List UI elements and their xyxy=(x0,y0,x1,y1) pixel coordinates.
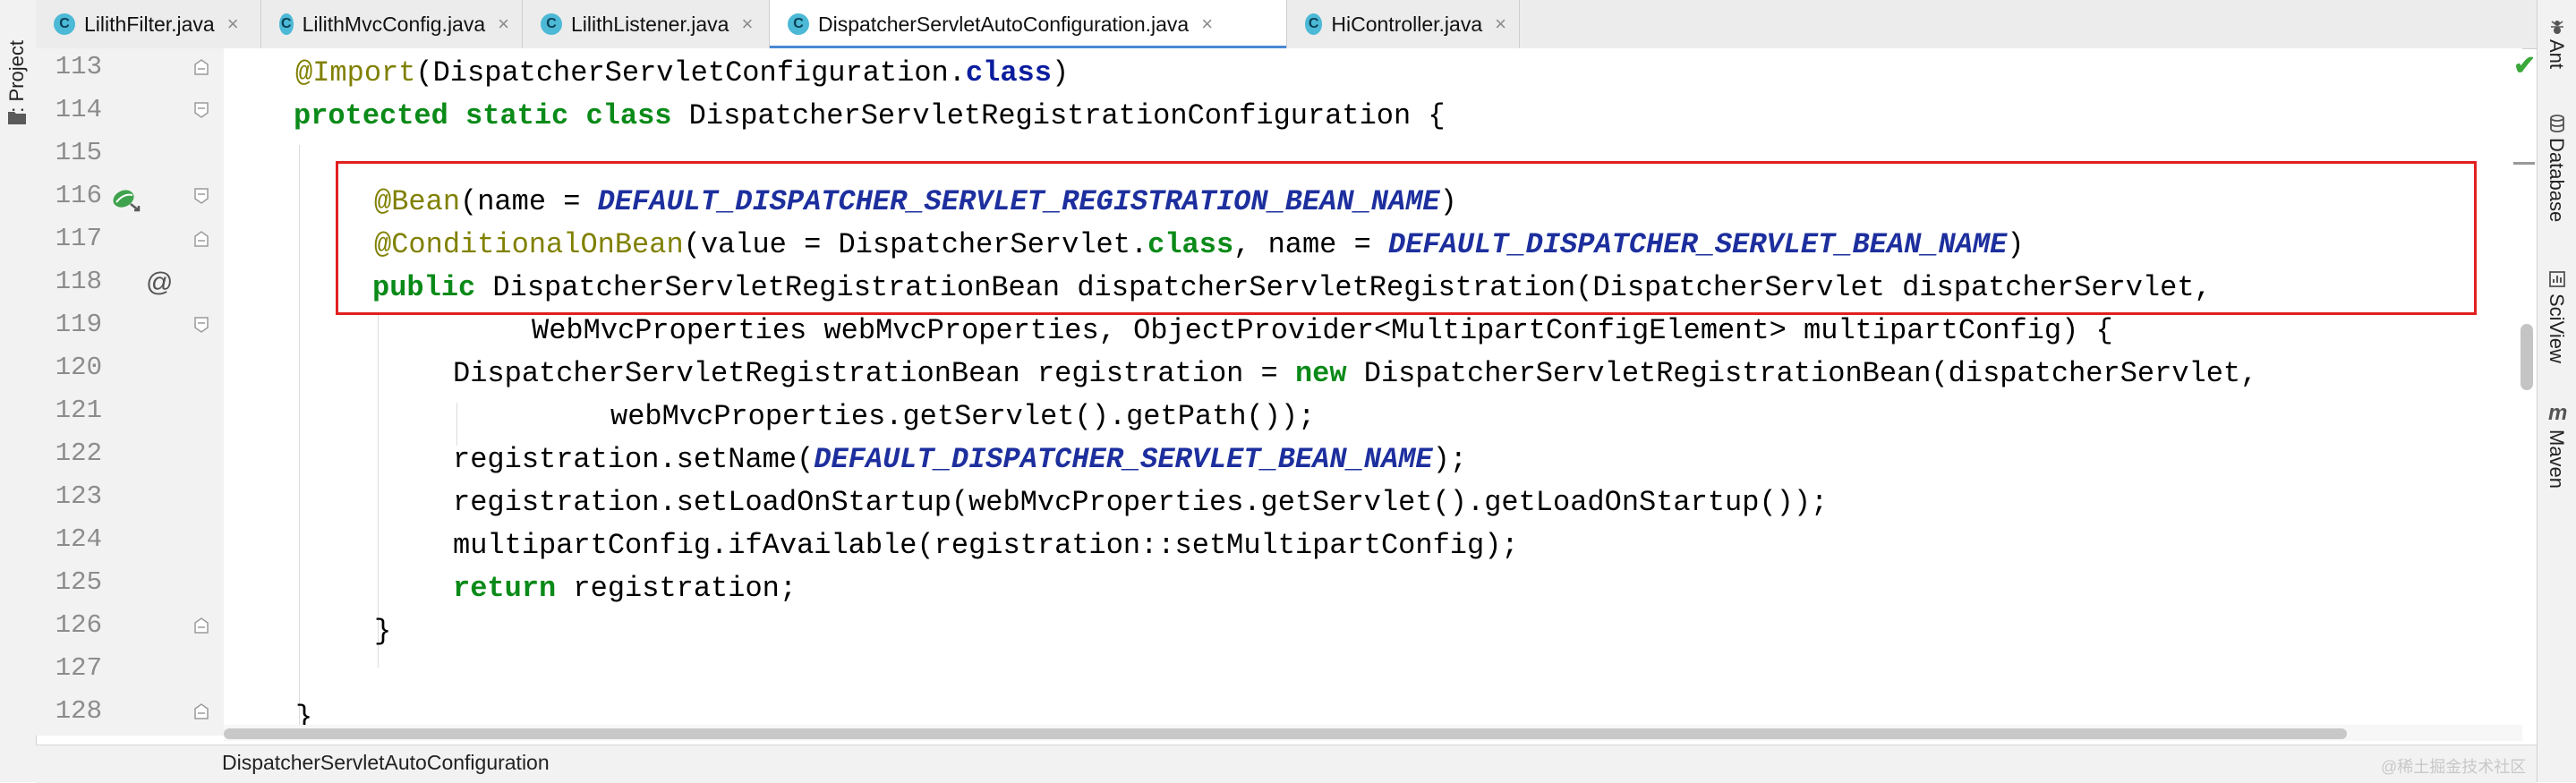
fold-marker-icon[interactable] xyxy=(193,102,209,118)
at-icon[interactable]: @ xyxy=(146,268,173,298)
horizontal-scrollbar[interactable] xyxy=(224,728,2347,739)
line-number: 126 xyxy=(55,610,102,640)
tab-label: LilithMvcConfig.java xyxy=(302,12,486,36)
tab-hi-controller[interactable]: C HiController.java × xyxy=(1287,0,1520,48)
close-icon[interactable]: × xyxy=(227,13,239,36)
class-icon: C xyxy=(1305,13,1323,35)
folder-icon xyxy=(8,112,26,124)
fold-marker-icon[interactable] xyxy=(193,231,209,247)
line-number: 113 xyxy=(55,52,102,81)
class-icon: C xyxy=(279,13,294,35)
line-number: 119 xyxy=(55,310,102,339)
check-icon: ✔ xyxy=(2513,51,2537,81)
database-icon xyxy=(2550,115,2564,132)
tab-label: LilithListener.java xyxy=(571,12,729,36)
code-line-125: return registration; xyxy=(453,572,798,605)
line-number: 125 xyxy=(55,567,102,597)
code-line-120: DispatcherServletRegistrationBean regist… xyxy=(453,357,2258,390)
fold-marker-icon[interactable] xyxy=(193,703,209,719)
maven-tool-button[interactable]: Maven xyxy=(2545,430,2568,489)
tab-label: HiController.java xyxy=(1331,12,1483,36)
code-line-119: WebMvcProperties webMvcProperties, Objec… xyxy=(532,314,2113,347)
line-number: 120 xyxy=(55,353,102,382)
vertical-scrollbar[interactable] xyxy=(2521,324,2533,390)
breadcrumb-item[interactable]: DispatcherServletAutoConfiguration xyxy=(222,751,550,775)
fold-marker-icon[interactable] xyxy=(193,317,209,333)
line-number: 128 xyxy=(55,696,102,726)
code-line-121: webMvcProperties.getServlet().getPath())… xyxy=(610,400,1316,433)
editor-tab-bar: C LilithFilter.java × C LilithMvcConfig.… xyxy=(36,0,2537,49)
error-stripe-mark[interactable] xyxy=(2513,162,2535,165)
line-number: 118 xyxy=(55,267,102,296)
line-number: 122 xyxy=(55,438,102,468)
right-tool-strip: Ant Database SciView m Maven xyxy=(2537,0,2576,782)
project-tool-button[interactable]: 1: Project xyxy=(5,16,30,123)
class-icon: C xyxy=(541,13,562,35)
code-line-114: protected static class DispatcherServlet… xyxy=(294,99,1446,132)
highlight-box xyxy=(336,161,2477,315)
tab-label: LilithFilter.java xyxy=(84,12,215,36)
code-editor[interactable]: @Import(DispatcherServletConfiguration.c… xyxy=(224,48,2522,736)
database-tool-button[interactable]: Database xyxy=(2545,138,2568,222)
class-icon: C xyxy=(788,13,809,35)
fold-marker-icon[interactable] xyxy=(193,188,209,204)
ant-tool-button[interactable]: Ant xyxy=(2545,39,2568,69)
code-line-122: registration.setName(DEFAULT_DISPATCHER_… xyxy=(453,443,1467,476)
close-icon[interactable]: × xyxy=(1201,13,1213,36)
indent-guide xyxy=(299,145,300,736)
sciview-icon xyxy=(2549,271,2565,287)
code-line-124: multipartConfig.ifAvailable(registration… xyxy=(453,529,1519,562)
code-line-126: } xyxy=(374,615,392,648)
code-line-113: @Import(DispatcherServletConfiguration.c… xyxy=(295,56,1070,89)
close-icon[interactable]: × xyxy=(1495,13,1506,36)
class-icon: C xyxy=(54,13,75,35)
close-icon[interactable]: × xyxy=(741,13,753,36)
breadcrumb: DispatcherServletAutoConfiguration xyxy=(36,745,2537,783)
bean-icon[interactable] xyxy=(109,186,141,213)
line-number: 116 xyxy=(55,181,102,210)
line-number: 127 xyxy=(55,653,102,683)
tab-lilith-filter[interactable]: C LilithFilter.java × xyxy=(36,0,261,48)
line-number: 114 xyxy=(55,95,102,124)
line-number: 123 xyxy=(55,481,102,511)
close-icon[interactable]: × xyxy=(498,13,509,36)
fold-marker-icon[interactable] xyxy=(193,617,209,634)
tab-dispatcher-servlet-auto-configuration[interactable]: C DispatcherServletAutoConfiguration.jav… xyxy=(770,0,1287,49)
tab-lilith-mvc-config[interactable]: C LilithMvcConfig.java × xyxy=(261,0,523,48)
code-line-123: registration.setLoadOnStartup(webMvcProp… xyxy=(453,486,1829,519)
line-number: 124 xyxy=(55,524,102,554)
left-tool-strip: 1: Project xyxy=(0,0,37,782)
maven-icon: m xyxy=(2548,401,2568,425)
watermark: @稀土掘金技术社区 xyxy=(2381,758,2527,776)
tab-lilith-listener[interactable]: C LilithListener.java × xyxy=(523,0,770,48)
tab-label: DispatcherServletAutoConfiguration.java xyxy=(818,12,1190,36)
sciview-tool-button[interactable]: SciView xyxy=(2545,294,2568,363)
fold-marker-icon[interactable] xyxy=(193,59,209,75)
line-number: 117 xyxy=(55,224,102,253)
line-number: 115 xyxy=(55,138,102,167)
line-number: 121 xyxy=(55,396,102,425)
ant-icon xyxy=(2551,21,2563,34)
